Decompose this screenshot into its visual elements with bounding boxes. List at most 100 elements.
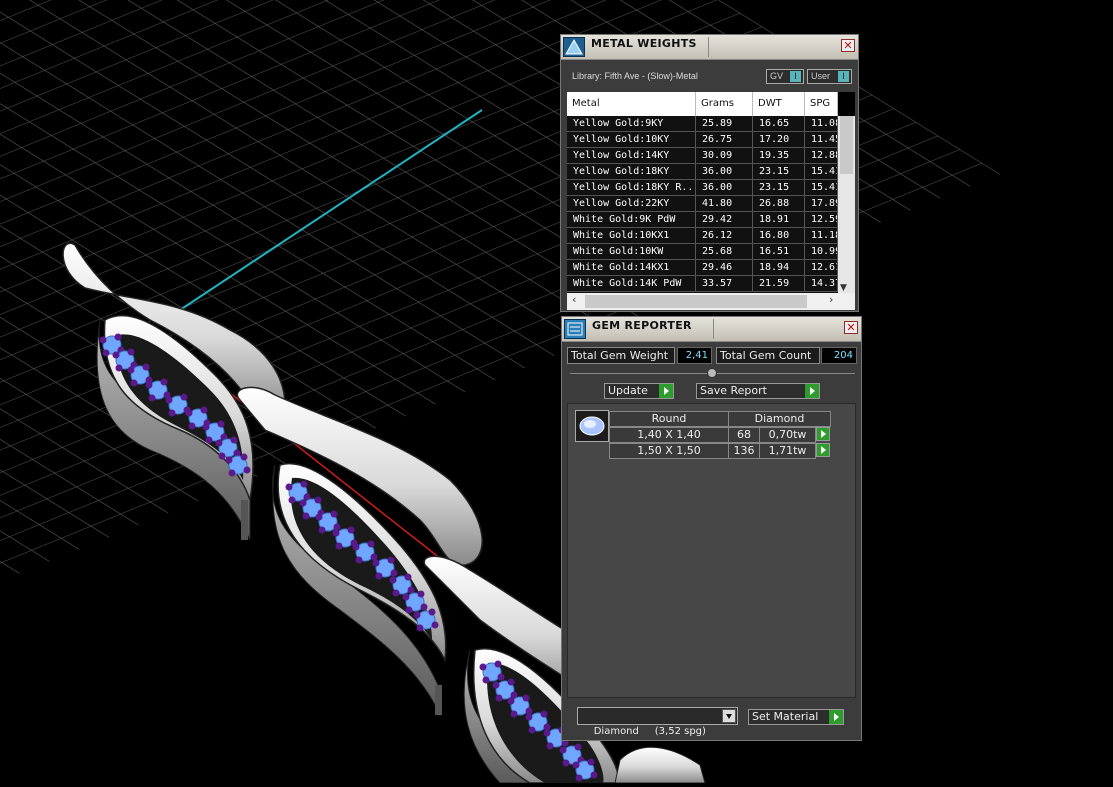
prong [333, 523, 341, 531]
prong [528, 726, 536, 734]
cell-metal: White Gold:9K PdW [567, 212, 696, 227]
column-header-spg[interactable]: SPG [805, 92, 838, 116]
cell-grams: 25.68 [696, 244, 753, 259]
metal-weights-icon [563, 37, 585, 57]
table-row[interactable]: Yellow Gold:18KY R...36.0023.1515.41 [567, 180, 838, 196]
table-row[interactable]: White Gold:10KW25.6816.5110.99 [567, 244, 838, 260]
column-header-dwt[interactable]: DWT [753, 92, 805, 116]
update-button[interactable]: Update [604, 383, 674, 399]
vertical-scrollbar[interactable]: ▼ [838, 116, 855, 293]
prong [482, 676, 490, 684]
viewport-canvas[interactable] [0, 0, 1113, 784]
table-row[interactable]: Yellow Gold:10KY26.7517.2011.45 [567, 132, 838, 148]
close-icon[interactable]: ✕ [844, 321, 858, 334]
gem-reporter-titlebar[interactable]: GEM REPORTER ✕ [562, 317, 861, 342]
cell-spg: 11.08 [805, 116, 838, 131]
prong [145, 381, 153, 389]
horizontal-scrollbar[interactable]: ‹ › [567, 293, 855, 310]
prong [543, 729, 551, 737]
cell-spg: 12.59 [805, 212, 838, 227]
gem-reporter-title: GEM REPORTER [592, 319, 692, 332]
user-toggle[interactable]: User I [807, 69, 852, 84]
cell-grams: 29.46 [696, 260, 753, 275]
set-material-button[interactable]: Set Material [748, 709, 844, 725]
prong [240, 453, 248, 461]
prong [431, 621, 439, 629]
close-icon[interactable]: ✕ [841, 39, 855, 52]
table-row[interactable]: Yellow Gold:18KY36.0023.1515.41 [567, 164, 838, 180]
cell-grams: 26.12 [696, 228, 753, 243]
prong [185, 409, 193, 417]
cell-dwt: 16.51 [753, 244, 805, 259]
gem-row-play-icon[interactable] [816, 443, 830, 457]
prong [114, 333, 122, 341]
gv-toggle[interactable]: GV I [766, 69, 804, 84]
prong [372, 559, 380, 567]
material-select-value: Diamond (3,52 spg) [593, 726, 706, 737]
prong [299, 499, 307, 507]
save-report-button[interactable]: Save Report [696, 383, 820, 399]
prong [148, 394, 156, 402]
play-icon [659, 384, 673, 398]
metal-weights-panel: METAL WEIGHTS ✕ Library: Fifth Ave - (Sl… [560, 34, 859, 312]
collapse-knob-icon[interactable] [707, 368, 717, 378]
table-row[interactable]: White Gold:10KX126.1216.8011.18 [567, 228, 838, 244]
prong [562, 759, 570, 767]
3d-viewport[interactable] [0, 0, 1113, 784]
prong [352, 543, 360, 551]
prong [497, 673, 505, 681]
table-header: Metal Grams DWT SPG [567, 92, 838, 116]
cell-spg: 11.45 [805, 132, 838, 147]
cell-grams: 26.75 [696, 132, 753, 147]
round-gem-icon[interactable] [575, 410, 609, 442]
column-header-metal[interactable]: Metal [567, 92, 696, 116]
prong [404, 573, 412, 581]
gem-count-cell: 136 [728, 443, 760, 459]
prong [355, 556, 363, 564]
chevron-down-icon[interactable] [722, 709, 736, 723]
table-row[interactable]: Yellow Gold:22KY41.8026.8817.89 [567, 196, 838, 212]
prong [413, 611, 421, 619]
prong [217, 420, 225, 428]
play-icon [805, 384, 819, 398]
prong [428, 608, 436, 616]
prong [318, 526, 326, 534]
prong [495, 694, 503, 702]
scroll-left-icon[interactable]: ‹ [572, 293, 576, 306]
prong [572, 761, 580, 769]
metal-weights-title: METAL WEIGHTS [591, 37, 697, 50]
prong [494, 660, 502, 668]
scroll-right-icon[interactable]: › [829, 293, 833, 306]
titlebar-divider [708, 37, 709, 57]
cell-metal: Yellow Gold:22KY [567, 196, 696, 211]
column-header-grams[interactable]: Grams [696, 92, 753, 116]
gem-size-cell: 1,40 X 1,40 [609, 427, 729, 443]
cell-grams: 41.80 [696, 196, 753, 211]
table-row[interactable]: Yellow Gold:14KY30.0919.3512.88 [567, 148, 838, 164]
play-icon [829, 710, 843, 724]
cell-grams: 29.42 [696, 212, 753, 227]
gem-row-play-icon[interactable] [816, 427, 830, 441]
prong [416, 624, 424, 632]
table-row[interactable]: White Gold:9K PdW29.4218.9112.59 [567, 212, 838, 228]
cell-spg: 12.88 [805, 148, 838, 163]
table-row[interactable]: White Gold:14KX129.4618.9412.61 [567, 260, 838, 276]
prong [127, 348, 135, 356]
cell-dwt: 26.88 [753, 196, 805, 211]
cell-dwt: 16.80 [753, 228, 805, 243]
prong [102, 349, 110, 357]
horizontal-scroll-thumb[interactable] [585, 295, 807, 308]
cell-spg: 17.89 [805, 196, 838, 211]
scroll-thumb[interactable] [840, 116, 853, 174]
prong [510, 710, 518, 718]
metal-weights-titlebar[interactable]: METAL WEIGHTS ✕ [561, 35, 858, 60]
material-select[interactable]: Diamond (3,52 spg) [577, 707, 738, 737]
prong [218, 452, 226, 460]
scroll-down-icon[interactable]: ▼ [840, 283, 847, 293]
cell-metal: White Gold:14K PdW [567, 276, 696, 291]
cell-grams: 36.00 [696, 180, 753, 195]
cell-dwt: 23.15 [753, 180, 805, 195]
table-row[interactable]: Yellow Gold:9KY25.8916.6511.08 [567, 116, 838, 132]
prong [330, 510, 338, 518]
table-row[interactable]: White Gold:14K PdW33.5721.5914.37 [567, 276, 838, 292]
